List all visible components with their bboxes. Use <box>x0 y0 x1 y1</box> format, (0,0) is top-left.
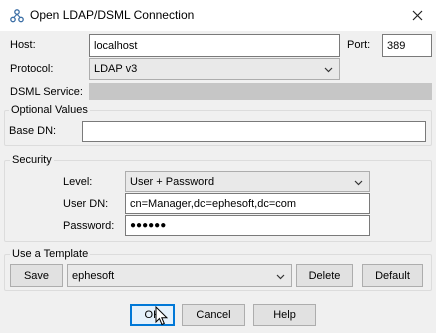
close-icon[interactable] <box>405 3 429 27</box>
protocol-label: Protocol: <box>10 63 54 75</box>
protocol-select[interactable]: LDAP v3 <box>89 58 340 80</box>
security-title: Security <box>10 154 54 166</box>
window-title: Open LDAP/DSML Connection <box>30 8 195 22</box>
host-input[interactable]: localhost <box>89 34 340 57</box>
default-template-button[interactable]: Default <box>362 264 423 287</box>
port-input[interactable]: 389 <box>382 34 432 57</box>
template-select[interactable]: ephesoft <box>67 264 292 287</box>
template-selected-value: ephesoft <box>72 269 115 282</box>
ldap-browser-icon <box>10 9 24 23</box>
level-label: Level: <box>63 176 93 188</box>
dsml-service-input <box>89 83 432 100</box>
save-template-button[interactable]: Save <box>10 264 63 287</box>
ok-button[interactable]: OK <box>130 304 175 326</box>
security-level-select[interactable]: User + Password <box>125 171 370 192</box>
basedn-input[interactable] <box>82 121 426 142</box>
security-level-value: User + Password <box>130 175 215 188</box>
optional-values-title: Optional Values <box>9 104 90 116</box>
dsml-label: DSML Service: <box>10 86 83 98</box>
port-label: Port: <box>347 39 371 51</box>
cancel-button[interactable]: Cancel <box>182 304 245 326</box>
help-button[interactable]: Help <box>253 304 316 326</box>
password-input[interactable]: ●●●●●● <box>125 215 370 236</box>
chevron-down-icon <box>324 67 333 73</box>
mouse-cursor-icon <box>155 306 168 326</box>
userdn-label: User DN: <box>63 198 109 210</box>
chevron-down-icon <box>354 180 363 185</box>
password-label: Password: <box>63 220 115 232</box>
protocol-value: LDAP v3 <box>94 63 138 75</box>
host-label: Host: <box>10 39 36 51</box>
chevron-down-icon <box>276 274 285 279</box>
basedn-label: Base DN: <box>9 125 57 137</box>
delete-template-button[interactable]: Delete <box>296 264 353 287</box>
userdn-input[interactable]: cn=Manager,dc=ephesoft,dc=com <box>125 193 370 214</box>
template-title: Use a Template <box>10 248 91 260</box>
